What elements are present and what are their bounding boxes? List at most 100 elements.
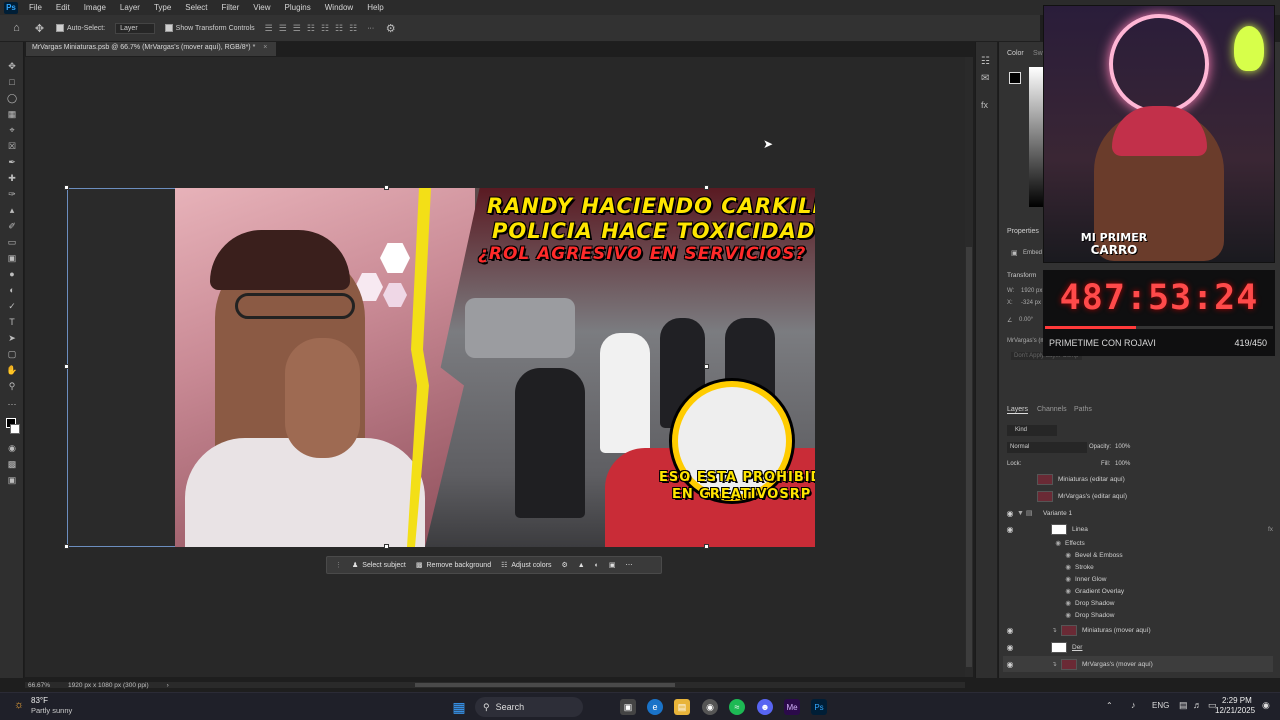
status-chevron-icon[interactable]: ›: [167, 682, 169, 689]
align-bottom-icon[interactable]: ☷: [335, 23, 343, 34]
windows-start-icon[interactable]: ▦: [451, 699, 467, 715]
menu-plugins[interactable]: Plugins: [278, 3, 318, 12]
taskbar-search[interactable]: ⚲ Search: [475, 697, 583, 717]
healing-brush-tool-icon[interactable]: ✚: [6, 172, 18, 184]
weather-temperature[interactable]: 83°F: [31, 696, 48, 705]
screen-mode-icon[interactable]: ▩: [6, 458, 18, 470]
adjust-colors-button[interactable]: ☷ Adjust colors: [501, 561, 551, 570]
close-tab-icon[interactable]: ×: [263, 44, 267, 51]
transform-handle[interactable]: [704, 544, 709, 549]
thumbnail-image[interactable]: RANDY HACIENDO CARKILL POLICIA HACE TOXI…: [175, 188, 815, 547]
zoom-level[interactable]: 66.67%: [28, 682, 50, 689]
history-panel-icon[interactable]: ☷: [981, 56, 990, 67]
path-select-tool-icon[interactable]: ➤: [6, 332, 18, 344]
vertical-scrollbar[interactable]: [965, 57, 973, 677]
gear-icon[interactable]: ⚙: [384, 22, 397, 35]
edge-browser-icon[interactable]: e: [647, 699, 663, 715]
eye-icon[interactable]: ◉: [1003, 626, 1017, 635]
github-icon[interactable]: ◉: [702, 699, 718, 715]
transform-handle[interactable]: [704, 185, 709, 190]
eye-icon[interactable]: ◉: [1003, 660, 1017, 669]
adjustment-icon[interactable]: ◐: [595, 562, 599, 569]
brush-tool-icon[interactable]: ✑: [6, 188, 18, 200]
eye-icon[interactable]: ◉: [1017, 599, 1075, 607]
move-tool-icon[interactable]: ✥: [6, 60, 18, 72]
paths-tab[interactable]: Paths: [1074, 406, 1092, 413]
lasso-tool-icon[interactable]: ◯: [6, 92, 18, 104]
generative-fill-icon[interactable]: ⚙: [561, 561, 567, 569]
object-select-tool-icon[interactable]: ▦: [6, 108, 18, 120]
comments-panel-icon[interactable]: ✉: [981, 73, 989, 84]
eye-icon[interactable]: ◉: [1017, 611, 1075, 619]
menu-edit[interactable]: Edit: [49, 3, 77, 12]
notification-icon[interactable]: ◉: [1262, 700, 1270, 711]
layer-row[interactable]: ◉ ↴ Miniaturas (mover aquí): [1003, 622, 1273, 638]
color-tab[interactable]: Color: [1007, 50, 1024, 57]
clock-date[interactable]: 12/21/2025: [1215, 706, 1255, 715]
tray-chevron-icon[interactable]: ⌃: [1106, 701, 1113, 710]
auto-select-dropdown[interactable]: Layer: [115, 22, 155, 34]
foreground-color-swatch[interactable]: [1009, 72, 1021, 84]
hand-tool-icon[interactable]: ✋: [6, 364, 18, 376]
frame-tool-icon[interactable]: ☒: [6, 140, 18, 152]
spotify-icon[interactable]: ≈: [729, 699, 745, 715]
effect-row[interactable]: ◉ Drop Shadow: [1003, 607, 1273, 623]
remove-background-button[interactable]: ▩ Remove background: [416, 561, 491, 570]
layer-row[interactable]: ◉ Der: [1003, 639, 1273, 655]
layers-tab[interactable]: Layers: [1007, 406, 1029, 414]
eraser-tool-icon[interactable]: ▭: [6, 236, 18, 248]
transform-handle[interactable]: [64, 544, 69, 549]
clone-stamp-tool-icon[interactable]: ▴: [6, 204, 18, 216]
crop-tool-icon[interactable]: ⌖: [6, 124, 18, 136]
layer-row-selected[interactable]: ◉ ↴ MrVargas's (mover aquí): [1003, 656, 1273, 672]
type-tool-icon[interactable]: T: [6, 316, 18, 328]
angle-value[interactable]: 0.00°: [1019, 317, 1033, 323]
discord-icon[interactable]: ☻: [757, 699, 773, 715]
gradient-tool-icon[interactable]: ▣: [6, 252, 18, 264]
effects-eye-icon[interactable]: ◉: [1017, 539, 1065, 547]
menu-filter[interactable]: Filter: [215, 3, 247, 12]
menu-layer[interactable]: Layer: [113, 3, 147, 12]
align-top-icon[interactable]: ☷: [307, 23, 315, 34]
file-explorer-icon[interactable]: ▤: [674, 699, 690, 715]
background-color-swatch[interactable]: [10, 424, 20, 434]
transform-handle[interactable]: [64, 364, 69, 369]
language-indicator[interactable]: ENG: [1152, 701, 1169, 710]
transform-handle[interactable]: [64, 185, 69, 190]
transform-icon[interactable]: ▣: [609, 561, 616, 569]
blend-mode-dropdown[interactable]: Normal: [1007, 442, 1087, 453]
align-right-icon[interactable]: ☰: [293, 23, 301, 34]
quick-mask-icon[interactable]: ◉: [6, 442, 18, 454]
network-icon[interactable]: ▤: [1179, 700, 1188, 711]
task-view-icon[interactable]: ▣: [620, 699, 636, 715]
zoom-tool-icon[interactable]: ⚲: [6, 380, 18, 392]
photoshop-taskbar-icon[interactable]: Ps: [811, 699, 827, 715]
width-value[interactable]: 1920 px: [1021, 288, 1042, 294]
home-icon[interactable]: ⌂: [10, 22, 23, 35]
fx-panel-icon[interactable]: fx: [981, 100, 988, 110]
microphone-icon[interactable]: ♪: [1131, 700, 1136, 710]
marquee-tool-icon[interactable]: □: [6, 76, 18, 88]
eyedropper-tool-icon[interactable]: ✒: [6, 156, 18, 168]
menu-window[interactable]: Window: [318, 3, 360, 12]
weather-icon[interactable]: ☼: [14, 699, 24, 711]
align-middle-icon[interactable]: ☷: [321, 23, 329, 34]
fx-icon[interactable]: fx: [1268, 526, 1273, 533]
menu-image[interactable]: Image: [77, 3, 113, 12]
menu-type[interactable]: Type: [147, 3, 178, 12]
blur-tool-icon[interactable]: ●: [6, 268, 18, 280]
document-tab[interactable]: MrVargas Miniaturas.psb @ 66.7% (MrVarga…: [26, 42, 276, 56]
properties-tab[interactable]: Properties: [1007, 228, 1039, 235]
history-brush-tool-icon[interactable]: ✐: [6, 220, 18, 232]
x-value[interactable]: -324 px: [1021, 300, 1041, 306]
mask-icon[interactable]: ▲: [578, 562, 585, 569]
transform-handle[interactable]: [384, 185, 389, 190]
move-tool-icon[interactable]: ✥: [33, 22, 46, 35]
eye-icon[interactable]: ◉: [1003, 525, 1017, 534]
filter-kind-dropdown[interactable]: Kind: [1007, 425, 1057, 436]
dodge-tool-icon[interactable]: ◐: [6, 284, 18, 296]
menu-view[interactable]: View: [246, 3, 277, 12]
transform-controls-checkbox[interactable]: Show Transform Controls: [164, 24, 255, 32]
eye-icon[interactable]: ◉: [1003, 509, 1017, 518]
more-options-button[interactable]: ···: [367, 25, 374, 32]
